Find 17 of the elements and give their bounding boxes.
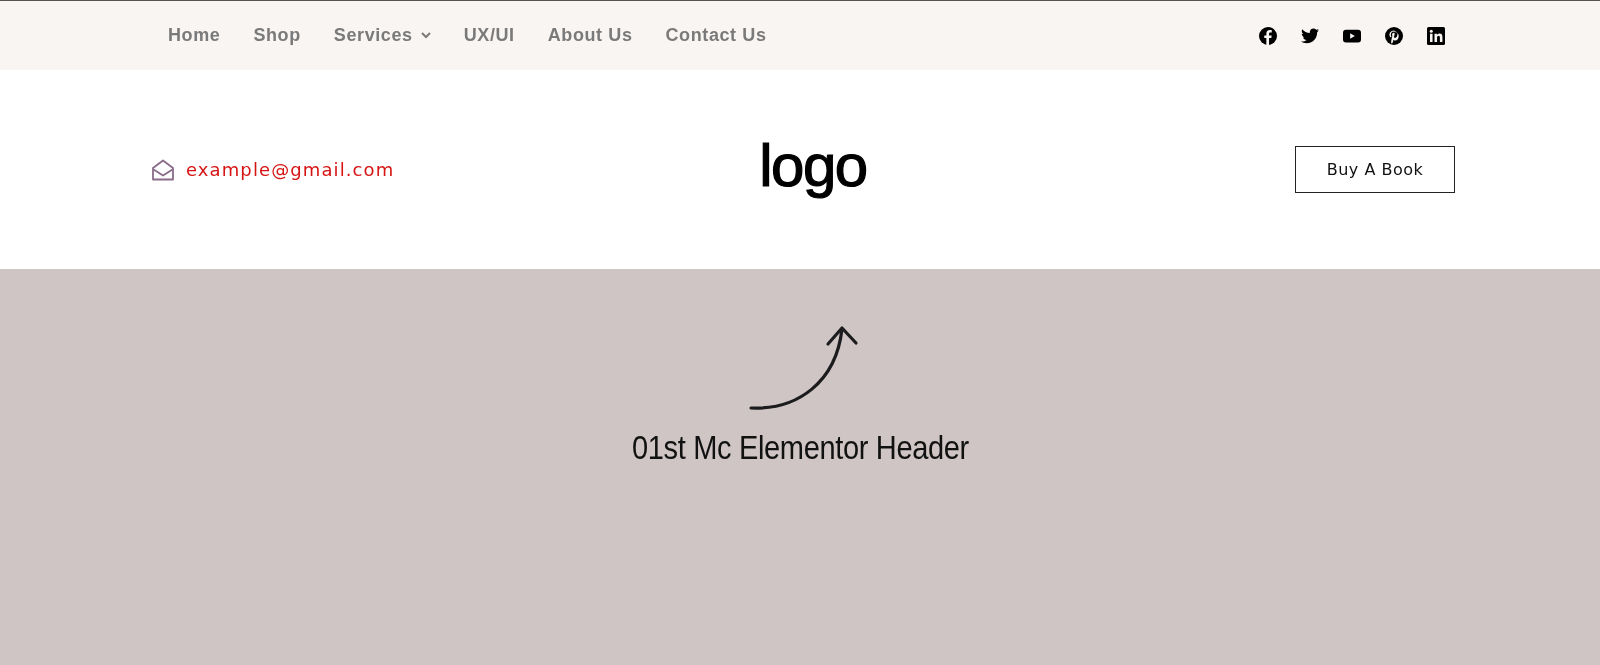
linkedin-icon[interactable] [1427,26,1445,45]
envelope-icon [151,158,175,181]
chevron-down-icon [420,32,431,39]
curved-arrow-icon [747,324,859,411]
twitter-bird-icon[interactable] [1301,26,1319,45]
pinterest-icon[interactable] [1385,26,1403,45]
nav-dropdown-link[interactable]: Services [333,25,431,46]
nav-link[interactable]: Shop [253,25,301,46]
nav-link[interactable]: Contact Us [665,25,767,46]
nav-link[interactable]: Home [168,25,221,46]
facebook-icon[interactable] [1259,26,1277,45]
nav-link[interactable]: UX/UI [463,25,515,46]
email-link[interactable]: example@gmail.com [186,159,395,180]
logo[interactable]: logo [759,135,867,204]
buy-book-button[interactable]: Buy A Book [1295,146,1455,193]
nav-link[interactable]: About Us [547,25,633,46]
hero-heading: 01st Mc Elementor Header [631,429,969,467]
